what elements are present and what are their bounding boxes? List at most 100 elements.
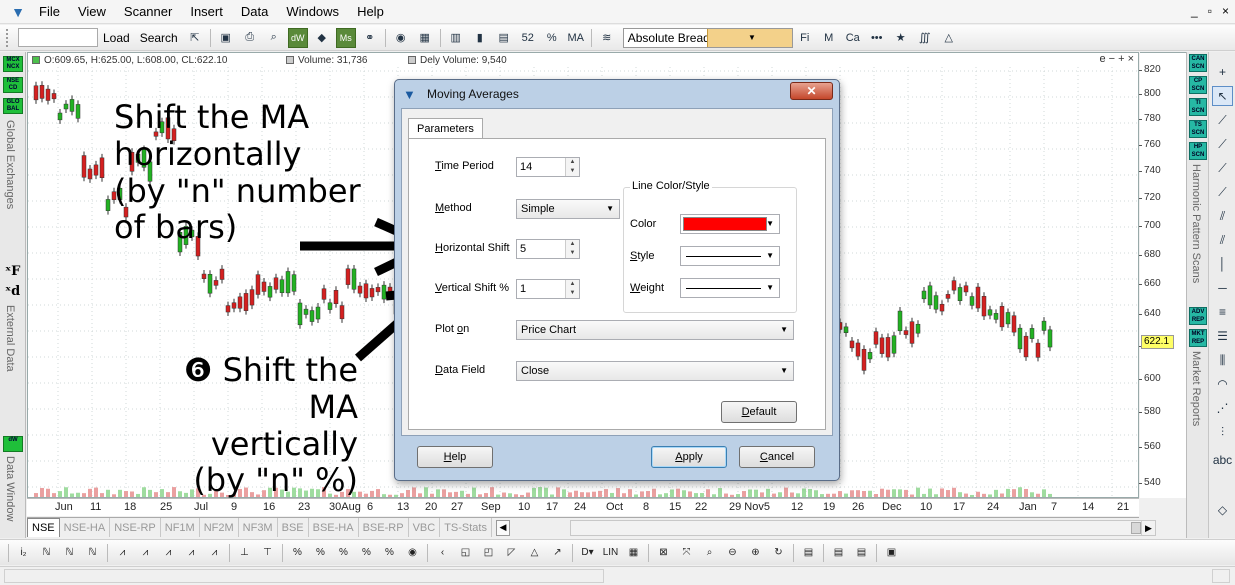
- csl-icon[interactable]: ⫽: [1212, 230, 1233, 250]
- plot-on-select[interactable]: Price Chart ▼: [516, 320, 794, 340]
- tab-bse[interactable]: BSE: [278, 518, 309, 537]
- record-icon[interactable]: ◉: [403, 543, 422, 562]
- chart-style-1-icon[interactable]: i₂: [14, 543, 33, 562]
- d-menu-icon[interactable]: D▾: [578, 543, 597, 562]
- tab-parameters[interactable]: Parameters: [408, 118, 483, 138]
- data-window-icon[interactable]: dW: [287, 27, 308, 48]
- fibo-fan-icon[interactable]: ⋰: [1212, 398, 1233, 418]
- data-field-select[interactable]: Close ▼: [516, 361, 794, 381]
- pattern-4-icon[interactable]: ⩘: [182, 543, 201, 562]
- pointer-icon[interactable]: ↖: [1212, 86, 1233, 106]
- global-exchanges-label[interactable]: Global Exchanges: [4, 120, 16, 209]
- pct-5-icon[interactable]: %: [380, 543, 399, 562]
- crosshair-icon[interactable]: +: [1212, 62, 1233, 82]
- shape-3-icon[interactable]: ◸: [502, 543, 521, 562]
- cnh-tam-icon[interactable]: Ca: [843, 28, 863, 48]
- pattern-3-icon[interactable]: ⩘: [159, 543, 178, 562]
- horizontal-shift-stepper[interactable]: ▲ ▼: [565, 240, 579, 258]
- menu-view[interactable]: View: [69, 4, 115, 19]
- tab-vbc[interactable]: VBC: [409, 518, 441, 537]
- pattern-1-icon[interactable]: ⩘: [113, 543, 132, 562]
- dialog-title-bar[interactable]: ▼ Moving Averages: [395, 80, 839, 108]
- adv-report-badge[interactable]: ADV REP: [1189, 307, 1207, 325]
- menu-scanner[interactable]: Scanner: [115, 4, 181, 19]
- tab-ts-stats[interactable]: TS-Stats: [440, 518, 492, 537]
- auto-fibo-icon[interactable]: Fi: [795, 28, 815, 48]
- load-button[interactable]: Load: [98, 31, 135, 45]
- menu-windows[interactable]: Windows: [277, 4, 348, 19]
- pct-2-icon[interactable]: %: [311, 543, 330, 562]
- list-1-icon[interactable]: ▤: [829, 543, 848, 562]
- time-period-input[interactable]: 14 ▲ ▼: [516, 157, 580, 177]
- global-badge[interactable]: GLO BAL: [3, 98, 23, 114]
- indicator-icon[interactable]: ≋: [597, 28, 617, 48]
- horizontal-shift-input[interactable]: 5 ▲ ▼: [516, 239, 580, 259]
- shape-2-icon[interactable]: ◰: [479, 543, 498, 562]
- notes-icon[interactable]: ▤: [799, 543, 818, 562]
- lin-scale-icon[interactable]: LIN: [601, 543, 620, 562]
- method-select[interactable]: Simple ▼: [516, 199, 620, 219]
- help-button[interactable]: Help: [417, 446, 493, 468]
- horizontal-line-icon[interactable]: ─: [1212, 278, 1233, 298]
- style-select[interactable]: ▼: [680, 246, 780, 266]
- tabs-scroll-left-icon[interactable]: ◀: [495, 519, 510, 536]
- 52w-hilo-icon[interactable]: 52: [518, 28, 538, 48]
- shape-4-icon[interactable]: △: [525, 543, 544, 562]
- dots-icon[interactable]: •••: [867, 28, 887, 48]
- shape-1-icon[interactable]: ◱: [456, 543, 475, 562]
- ms-icon[interactable]: Ms: [335, 27, 356, 48]
- restore-icon[interactable]: ▫: [1208, 4, 1212, 18]
- pattern-5-icon[interactable]: ⩘: [205, 543, 224, 562]
- sl-line-icon[interactable]: ⟋: [1212, 158, 1233, 178]
- bar-chart-icon[interactable]: ▥: [446, 28, 466, 48]
- trendline-icon[interactable]: ⟋: [1212, 110, 1233, 130]
- tab-nf3m[interactable]: NF3M: [239, 518, 278, 537]
- tab-bse-ha[interactable]: BSE-HA: [309, 518, 359, 537]
- print-preview-icon[interactable]: ⌕: [264, 28, 284, 48]
- zoom-in-icon[interactable]: ⊕: [746, 543, 765, 562]
- list-2-icon[interactable]: ▤: [852, 543, 871, 562]
- chart-style-3-icon[interactable]: ℕ: [60, 543, 79, 562]
- tab-bse-rp[interactable]: BSE-RP: [359, 518, 409, 537]
- print-icon[interactable]: ⎙: [240, 28, 260, 48]
- minimize-icon[interactable]: _: [1191, 4, 1198, 18]
- chart-horizontal-scrollbar[interactable]: ▶: [570, 520, 1156, 536]
- zoom-icon[interactable]: ⌕: [700, 543, 719, 562]
- grid-icon[interactable]: ▦: [624, 543, 643, 562]
- refresh-icon[interactable]: ↻: [769, 543, 788, 562]
- nse-cd-badge[interactable]: NSE CD: [3, 77, 23, 93]
- ts-scan-badge[interactable]: TS SCN: [1189, 120, 1207, 138]
- angle-icon[interactable]: ‹: [433, 543, 452, 562]
- search-button[interactable]: Search: [135, 31, 183, 45]
- diamond-tool-icon[interactable]: ◆: [312, 28, 332, 48]
- fibo-levels-icon[interactable]: ≡: [1212, 302, 1233, 322]
- text-tool-icon[interactable]: abc: [1212, 450, 1233, 470]
- chart-style-2-icon[interactable]: ℕ: [37, 543, 56, 562]
- level-1-icon[interactable]: ⊥: [235, 543, 254, 562]
- data-window-label[interactable]: Data Window: [4, 456, 16, 521]
- volume-profile-icon[interactable]: ▤: [494, 28, 514, 48]
- close-window-icon[interactable]: ×: [1222, 4, 1229, 18]
- windows-icon[interactable]: ▦: [415, 28, 435, 48]
- link-icon[interactable]: ⚭: [360, 28, 380, 48]
- pct-3-icon[interactable]: %: [334, 543, 353, 562]
- abc-arrow-icon[interactable]: ↗: [548, 543, 567, 562]
- cursor-tool-icon[interactable]: ⇱: [185, 28, 205, 48]
- pattern-icon[interactable]: ∭: [915, 28, 935, 48]
- data-window-badge[interactable]: dW: [3, 436, 23, 452]
- chart-style-4-icon[interactable]: ℕ: [83, 543, 102, 562]
- fit-icon[interactable]: ⊠: [654, 543, 673, 562]
- menu-help[interactable]: Help: [348, 4, 393, 19]
- save-icon[interactable]: ▣: [216, 28, 236, 48]
- channel-icon[interactable]: ⫽: [1212, 206, 1233, 226]
- resize-grip[interactable]: [1212, 569, 1230, 583]
- mcx-ncx-badge[interactable]: MCX NCX: [3, 56, 23, 72]
- mpvt-icon[interactable]: M: [819, 28, 839, 48]
- alert-icon[interactable]: ▣: [882, 543, 901, 562]
- harmonic-pattern-scans-label[interactable]: Harmonic Pattern Scans: [1190, 164, 1202, 283]
- cancel-button[interactable]: Cancel: [739, 446, 815, 468]
- xf-icon[interactable]: ˣF: [5, 264, 20, 279]
- dialog-close-button[interactable]: ✕: [790, 82, 833, 100]
- gann-icon[interactable]: ⫼: [1212, 350, 1233, 370]
- fibo-time-icon[interactable]: ⫶: [1212, 422, 1233, 442]
